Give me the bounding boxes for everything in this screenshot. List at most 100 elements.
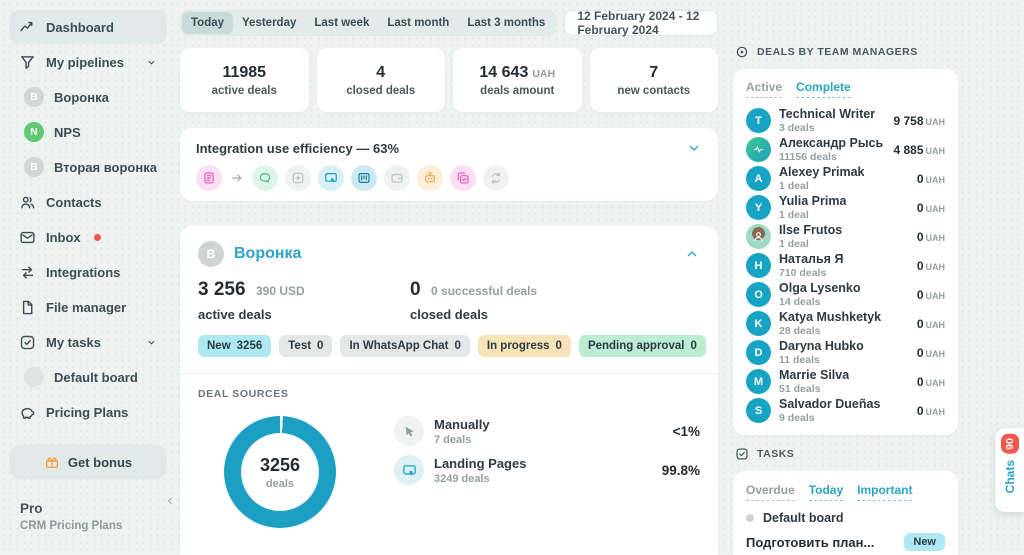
- donut-total: 3256: [260, 455, 300, 476]
- cursor-icon: [394, 416, 424, 446]
- integration-icons-row: [196, 165, 702, 191]
- browser-click-icon[interactable]: [318, 165, 344, 191]
- sidebar-item[interactable]: Integrations: [9, 255, 167, 289]
- sidebar-item[interactable]: Dashboard: [9, 10, 167, 44]
- arrow-right-icon[interactable]: [229, 165, 245, 191]
- manager-row[interactable]: Y Yulia Prima 1 deal 0UAH: [746, 193, 945, 222]
- stage-count: 0: [690, 340, 696, 352]
- pipeline-avatar: N: [24, 122, 44, 142]
- sidebar-item[interactable]: N NPS: [9, 115, 167, 149]
- task-board-row[interactable]: Default board: [746, 511, 945, 525]
- sidebar: Dashboard My pipelines B Воронка: [0, 0, 176, 555]
- stage-count: 0: [556, 340, 562, 352]
- stage-badge[interactable]: New 3256: [198, 335, 271, 357]
- plan-subtitle[interactable]: CRM Pricing Plans: [20, 520, 156, 532]
- manager-row[interactable]: S Salvador Dueñas 9 deals 0UAH: [746, 396, 945, 425]
- manager-amount: 0: [917, 259, 924, 273]
- sidebar-item[interactable]: B Вторая воронка: [9, 150, 167, 184]
- copy-check-icon[interactable]: [450, 165, 476, 191]
- stage-label: Test: [288, 340, 311, 352]
- source-name: Landing Pages: [434, 456, 526, 471]
- chats-tab[interactable]: 90 Chats: [995, 428, 1024, 512]
- manager-amount: 0: [917, 346, 924, 360]
- sidebar-item[interactable]: Contacts: [9, 185, 167, 219]
- pulse-icon: [746, 137, 771, 162]
- deal-sources-heading: DEAL SOURCES: [198, 388, 700, 400]
- period-tab[interactable]: Today: [182, 12, 233, 34]
- manager-row[interactable]: A Alexey Primak 1 deal 0UAH: [746, 164, 945, 193]
- pipeline-title-link[interactable]: Воронка: [234, 245, 301, 263]
- sidebar-item[interactable]: B Воронка: [9, 80, 167, 114]
- stat-label: closed deals: [346, 85, 415, 97]
- manager-row[interactable]: D Daryna Hubko 11 deals 0UAH: [746, 338, 945, 367]
- manager-name: Alexey Primak: [779, 165, 864, 179]
- sidebar-item[interactable]: My tasks: [9, 325, 167, 359]
- stage-badge[interactable]: Test 0: [279, 335, 332, 357]
- manager-row[interactable]: O Olga Lysenko 14 deals 0UAH: [746, 280, 945, 309]
- chevron-down-icon[interactable]: [686, 140, 702, 156]
- chevron-down-icon[interactable]: [146, 57, 157, 68]
- manager-row[interactable]: Александр Рысь 11156 deals 4 885UAH: [746, 135, 945, 164]
- form-icon[interactable]: [196, 165, 222, 191]
- sidebar-item[interactable]: Default board: [9, 360, 167, 394]
- chats-label: Chats: [1003, 460, 1017, 493]
- manager-currency: UAH: [926, 233, 946, 243]
- sidebar-item[interactable]: Inbox: [9, 220, 167, 254]
- period-tab[interactable]: Last 3 months: [458, 12, 554, 34]
- pipeline-card: B Воронка 3 256 390 USD active deals 0 0…: [180, 226, 718, 555]
- manager-avatar: K: [746, 311, 771, 336]
- period-tab[interactable]: Yesterday: [233, 12, 305, 34]
- manager-row[interactable]: K Katya Mushketyk 28 deals 0UAH: [746, 309, 945, 338]
- managers-tab[interactable]: Active: [746, 80, 782, 98]
- managers-tab[interactable]: Complete: [796, 80, 851, 98]
- manager-row[interactable]: Ilse Frutos 1 deal 0UAH: [746, 222, 945, 251]
- tasks-tab[interactable]: Overdue: [746, 483, 795, 501]
- managers-list: T Technical Writer 3 deals 9 758UAH: [746, 106, 945, 425]
- task-row[interactable]: Подготовить план... New: [746, 533, 945, 551]
- manager-amount: 0: [917, 230, 924, 244]
- right-panel: DEALS BY TEAM MANAGERS Active Complete T: [733, 0, 958, 555]
- tasks-tab[interactable]: Today: [809, 483, 843, 501]
- plus-square-icon[interactable]: [285, 165, 311, 191]
- manager-row[interactable]: H Наталья Я 710 deals 0UAH: [746, 251, 945, 280]
- sidebar-item-label: Contacts: [46, 195, 102, 210]
- task-status-badge: New: [904, 533, 945, 551]
- period-tab[interactable]: Last month: [378, 12, 458, 34]
- legend-row: Landing Pages 3249 deals 99.8%: [394, 455, 700, 485]
- browser-click-icon: [394, 455, 424, 485]
- stage-badge[interactable]: Pending approval 0: [579, 335, 706, 357]
- get-bonus-button[interactable]: Get bonus: [9, 445, 167, 479]
- manager-amount: 9 758: [893, 114, 923, 128]
- stat-value: 11985: [222, 64, 266, 82]
- sidebar-item-label: My tasks: [46, 335, 101, 350]
- chevron-down-icon[interactable]: [146, 337, 157, 348]
- sidebar-item[interactable]: My pipelines: [9, 45, 167, 79]
- date-range-input[interactable]: 12 February 2024 - 12 February 2024: [564, 10, 718, 36]
- period-tab[interactable]: Last week: [305, 12, 378, 34]
- sidebar-item[interactable]: File manager: [9, 290, 167, 324]
- manager-name: Daryna Hubko: [779, 339, 864, 353]
- chat-icon[interactable]: [252, 165, 278, 191]
- sidebar-item-label: My pipelines: [46, 55, 124, 70]
- stage-badge[interactable]: In WhatsApp Chat 0: [340, 335, 469, 357]
- manager-deals: 1 deal: [779, 238, 842, 250]
- manager-row[interactable]: T Technical Writer 3 deals 9 758UAH: [746, 106, 945, 135]
- sync-icon[interactable]: [483, 165, 509, 191]
- wallet-icon[interactable]: [384, 165, 410, 191]
- sidebar-item-label: Воронка: [54, 90, 109, 105]
- sidebar-item[interactable]: Pricing Plans: [9, 395, 167, 429]
- manager-avatar: A: [746, 166, 771, 191]
- bot-icon[interactable]: [417, 165, 443, 191]
- period-tab-group: Today Yesterday Last week Last month Las…: [180, 10, 556, 36]
- users-icon: [19, 194, 36, 211]
- chevron-up-icon[interactable]: [684, 246, 700, 262]
- kanban-icon[interactable]: [351, 165, 377, 191]
- tasks-tab[interactable]: Important: [857, 483, 912, 501]
- manager-row[interactable]: M Marrie Silva 51 deals 0UAH: [746, 367, 945, 396]
- user-icon: [746, 224, 771, 249]
- managers-card: Active Complete T Technical Writer 3 dea…: [733, 69, 958, 435]
- sidebar-collapse-button[interactable]: [164, 495, 176, 507]
- stage-badge[interactable]: In progress 0: [478, 335, 571, 357]
- chats-unread-badge: 90: [1001, 434, 1019, 454]
- integration-efficiency-card: Integration use efficiency — 63%: [180, 128, 718, 201]
